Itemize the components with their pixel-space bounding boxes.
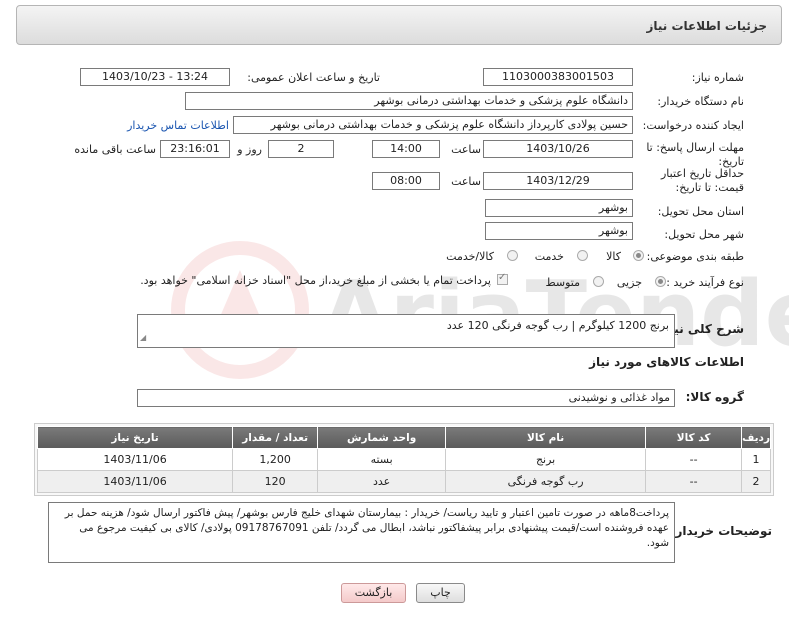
remaining-time-label: ساعت باقی مانده xyxy=(74,143,156,156)
price-validity-time: 08:00 xyxy=(372,172,440,190)
resize-grip-icon[interactable]: ◢ xyxy=(140,330,146,346)
goods-group-label: گروه کالا: xyxy=(685,390,744,404)
reply-deadline-time: 14:00 xyxy=(372,140,440,158)
category-option-goods: کالا xyxy=(606,250,621,263)
process-radio-minor[interactable] xyxy=(655,276,666,287)
process-option-minor: جزیی xyxy=(616,276,642,289)
cell-row: 1 xyxy=(741,448,771,471)
print-button[interactable]: چاپ xyxy=(416,583,465,603)
category-option-service: خدمت xyxy=(534,250,564,263)
summary-field: برنج 1200 کیلوگرم | رب گوجه فرنگی 120 عد… xyxy=(137,314,675,348)
cell-qty: 1,200 xyxy=(232,448,319,471)
province-field: بوشهر xyxy=(485,199,633,217)
province-label: استان محل تحویل: xyxy=(657,205,744,218)
cell-date: 1403/11/06 xyxy=(36,470,234,493)
goods-table: ردیف کد کالا نام کالا واحد شمارش تعداد /… xyxy=(34,423,774,496)
price-validity-time-label: ساعت xyxy=(451,175,481,188)
cell-row: 2 xyxy=(741,470,771,493)
category-radio-goods-service[interactable] xyxy=(507,250,518,261)
table-row: 2 -- رب گوجه فرنگی عدد 120 1403/11/06 xyxy=(36,470,771,493)
buyer-notes-field: پرداخت8ماهه در صورت تامین اعتبار و تایید… xyxy=(48,502,675,563)
treasury-checkbox[interactable] xyxy=(497,272,508,285)
requester-label: ایجاد کننده درخواست: xyxy=(642,119,744,132)
col-code: کد کالا xyxy=(645,426,743,449)
buyer-notes-text: پرداخت8ماهه در صورت تامین اعتبار و تایید… xyxy=(64,507,669,549)
buyer-org-label: نام دستگاه خریدار: xyxy=(657,95,744,108)
category-radio-service[interactable] xyxy=(577,250,588,261)
goods-info-title: اطلاعات کالاهای مورد نیاز xyxy=(589,355,744,369)
table-row: 1 -- برنج بسته 1,200 1403/11/06 xyxy=(36,448,771,471)
need-number-label: شماره نیاز: xyxy=(691,71,744,84)
cell-name: برنج xyxy=(445,448,647,471)
col-qty: تعداد / مقدار xyxy=(232,426,319,449)
process-radio-medium[interactable] xyxy=(593,276,604,287)
reply-deadline-date: 1403/10/26 xyxy=(483,140,633,158)
city-label: شهر محل تحویل: xyxy=(664,228,744,241)
category-option-goods-service: کالا/خدمت xyxy=(446,250,494,263)
reply-days-label: روز و xyxy=(237,143,262,156)
reply-time-label: ساعت xyxy=(451,143,481,156)
need-number-field: 1103000383001503 xyxy=(483,68,633,86)
page-title: جزئیات اطلاعات نیاز xyxy=(646,19,767,33)
buyer-notes-label: توضیحات خریدار: xyxy=(670,524,772,538)
col-unit: واحد شمارش xyxy=(317,426,447,449)
treasury-note: پرداخت تمام یا بخشی از مبلغ خرید،از محل … xyxy=(140,274,491,287)
cell-name: رب گوجه فرنگی xyxy=(445,470,647,493)
cell-date: 1403/11/06 xyxy=(36,448,234,471)
category-label: طبقه بندی موضوعی: xyxy=(646,250,744,263)
purchase-process-label: نوع فرآیند خرید : xyxy=(666,276,744,289)
cell-unit: بسته xyxy=(317,448,447,471)
col-date: تاریخ نیاز xyxy=(36,426,234,449)
goods-group-field: مواد غذائی و نوشیدنی xyxy=(137,389,675,407)
back-button[interactable]: بازگشت xyxy=(341,583,406,603)
requester-field: حسین پولادی کارپرداز دانشگاه علوم پزشکی … xyxy=(233,116,633,134)
price-validity-label: حداقل تاریخ اعتبار قیمت: تا تاریخ: xyxy=(660,167,744,194)
buyer-contact-link[interactable]: اطلاعات تماس خریدار xyxy=(127,119,229,132)
cell-code: -- xyxy=(645,470,743,493)
cell-unit: عدد xyxy=(317,470,447,493)
price-validity-date: 1403/12/29 xyxy=(483,172,633,190)
process-option-medium: متوسط xyxy=(545,276,580,289)
cell-code: -- xyxy=(645,448,743,471)
reply-deadline-label: مهلت ارسال پاسخ: تا تاریخ: xyxy=(646,141,744,168)
announce-datetime-label: تاریخ و ساعت اعلان عمومی: xyxy=(247,71,380,84)
summary-text: برنج 1200 کیلوگرم | رب گوجه فرنگی 120 عد… xyxy=(446,319,669,332)
table-header-row: ردیف کد کالا نام کالا واحد شمارش تعداد /… xyxy=(36,426,771,449)
city-field: بوشهر xyxy=(485,222,633,240)
col-row: ردیف xyxy=(741,426,771,449)
reply-days-field: 2 xyxy=(268,140,334,158)
remaining-time-field: 23:16:01 xyxy=(160,140,230,158)
announce-datetime-field: 1403/10/23 - 13:24 xyxy=(80,68,230,86)
category-radio-goods[interactable] xyxy=(633,250,644,261)
col-name: نام کالا xyxy=(445,426,647,449)
page-header: جزئیات اطلاعات نیاز xyxy=(16,5,782,45)
cell-qty: 120 xyxy=(232,470,319,493)
buyer-org-field: دانشگاه علوم پزشکی و خدمات بهداشتی درمان… xyxy=(185,92,633,110)
